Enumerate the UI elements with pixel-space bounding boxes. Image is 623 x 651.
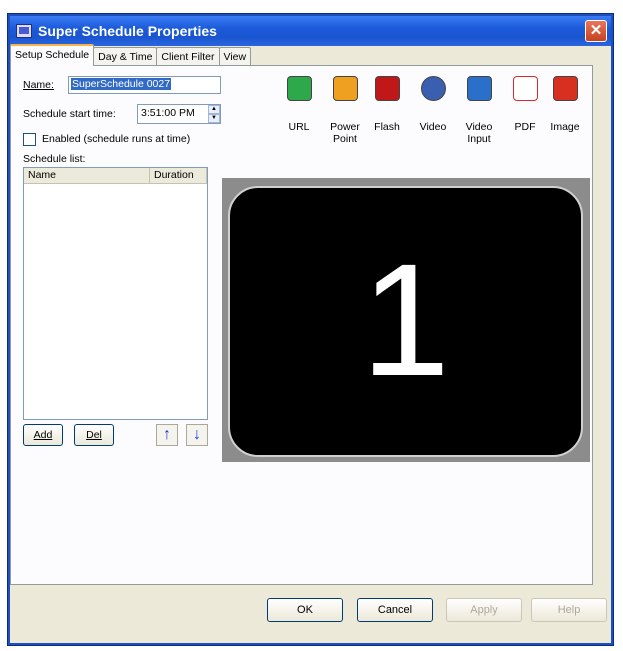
toolbar-video[interactable]: Video [409,76,457,133]
preview-number: 1 [361,230,450,409]
time-spinner[interactable]: ▲ ▼ [208,105,220,123]
ok-button[interactable]: OK [267,598,343,622]
toolbar-label-image: Image [550,121,580,133]
add-button[interactable]: Add [23,424,63,446]
tab-setup-schedule[interactable]: Setup Schedule [10,44,95,66]
name-label: Name: [23,79,54,91]
url-icon [286,76,312,101]
video-input-icon [466,76,492,101]
toolbar-label-powerpoint: Power Point [330,121,360,145]
tab-client-filter[interactable]: Client Filter [156,47,220,66]
app-icon [16,24,32,38]
name-field[interactable]: SuperSchedule 0027 [68,76,221,94]
preview-screen: 1 [228,186,583,457]
start-time-value: 3:51:00 PM [141,107,195,119]
setup-schedule-panel: Name: SuperSchedule 0027 Schedule start … [10,65,593,585]
toolbar-url[interactable]: URL [275,76,323,133]
toolbar-label-video: Video [419,121,447,133]
window-title: Super Schedule Properties [38,23,217,39]
toolbar-powerpoint[interactable]: Power Point [321,76,369,145]
preview-area[interactable]: 1 [222,178,590,462]
pdf-icon [512,76,538,101]
name-value: SuperSchedule 0027 [71,78,172,90]
video-icon [420,76,446,101]
enabled-checkbox[interactable] [23,133,36,146]
flash-icon [374,76,400,101]
toolbar-video-input[interactable]: Video Input [455,76,503,145]
spin-up-icon[interactable]: ▲ [208,105,220,114]
toolbar-flash[interactable]: Flash [363,76,411,133]
tab-day-time[interactable]: Day & Time [93,47,158,66]
apply-button[interactable]: Apply [446,598,522,622]
schedule-list-header: Name Duration [24,168,207,184]
column-header-duration[interactable]: Duration [150,168,207,183]
column-header-name[interactable]: Name [24,168,150,183]
image-icon [552,76,578,101]
toolbar-label-video-input: Video Input [465,121,493,145]
tab-strip: Setup Schedule Day & Time Client Filter … [10,44,252,66]
toolbar-label-flash: Flash [374,121,400,133]
powerpoint-icon [332,76,358,101]
start-time-field[interactable]: 3:51:00 PM ▲ ▼ [137,104,221,124]
cancel-button[interactable]: Cancel [357,598,433,622]
enabled-label: Enabled (schedule runs at time) [42,133,191,145]
schedule-list-label: Schedule list: [23,153,86,165]
start-time-label: Schedule start time: [23,108,116,120]
add-button-label: Add [33,429,53,441]
title-bar: Super Schedule Properties ✕ [10,16,611,46]
close-icon[interactable]: ✕ [585,20,607,42]
spin-down-icon[interactable]: ▼ [208,114,220,123]
tab-view[interactable]: View [218,47,252,66]
help-button[interactable]: Help [531,598,607,622]
delete-button-label: Del [86,429,102,441]
move-up-icon[interactable]: ↑ [156,424,178,446]
move-down-icon[interactable]: ↓ [186,424,208,446]
delete-button[interactable]: Del [74,424,114,446]
toolbar-image[interactable]: Image [541,76,589,133]
toolbar-label-url: URL [288,121,310,133]
schedule-list[interactable]: Name Duration [23,167,208,420]
